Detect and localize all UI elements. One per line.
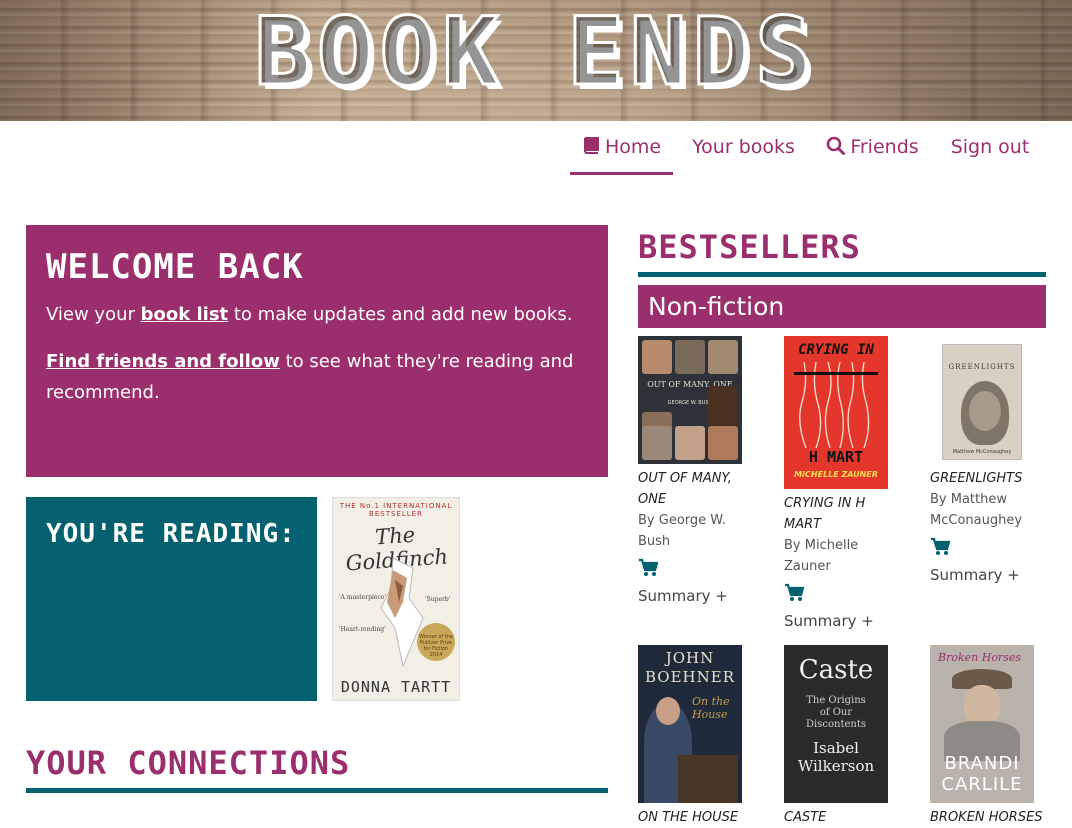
currently-reading-panel: YOU'RE READING: [26,497,317,701]
cover-author: DONNA TARTT [340,678,452,696]
summary-toggle[interactable]: Summary + [784,611,900,631]
book-author: By Michelle Zauner [784,538,859,574]
welcome-panel: WELCOME BACK View your book list to make… [26,225,608,477]
cover-subtitle-text: On the House [692,695,730,721]
book-cover[interactable]: GREENLIGHTS Matthew McConaughey [942,344,1022,460]
pulitzer-seal: Winner of the Pulitzer Prize for Fiction… [417,623,455,661]
book-card: JOHN BOEHNER On the House ON THE HOUSE [638,645,754,828]
nav-your-books-label: Your books [692,136,795,158]
book-title[interactable]: ON THE HOUSE [638,807,754,828]
category-non-fiction: Non-fiction [638,285,1046,328]
book-list-link[interactable]: book list [141,304,229,325]
book-cover[interactable]: CRYING IN H MART MICHELLE ZAUNER [784,336,888,489]
bestsellers-header: BESTSELLERS [638,226,1046,277]
cover-title-text: Caste [798,655,874,685]
reading-title: YOU'RE READING: [46,519,296,549]
connections-section: YOUR CONNECTIONS [26,741,608,793]
cover-quote-3: 'Heart-rending' [339,626,386,633]
book-card: Caste The Origins of Our Discontents Isabe… [784,645,900,828]
bestsellers-title: BESTSELLERS [638,228,861,266]
cart-icon[interactable] [638,558,658,578]
book-card: GREENLIGHTS Matthew McConaughey GREENLIG… [930,336,1046,585]
connections-title: YOUR CONNECTIONS [26,744,351,782]
cover-title-text: Broken Horses [938,651,1021,664]
book-card: Broken Horses BRANDI CARLILE BROKEN HORS… [930,645,1046,828]
cover-quote-2: 'Superb' [425,596,451,603]
summary-toggle[interactable]: Summary + [638,586,754,606]
cover-author-text: BRANDI CARLILE [941,753,1023,795]
cover-title-text: GREENLIGHTS [948,363,1016,371]
welcome-text-post: to make updates and add new books. [228,304,573,325]
nav-home[interactable]: Home [570,121,673,175]
nav-sign-out[interactable]: Sign out [949,121,1031,175]
book-card: OUT OF MANY, ONE GEORGE W. BUSH OUT OF M… [638,336,754,606]
welcome-text-pre: View your [46,304,141,325]
cart-icon[interactable] [930,537,950,557]
welcome-title: WELCOME BACK [46,247,304,287]
book-card: CRYING IN H MART MICHELLE ZAUNER CRYING … [784,336,900,631]
book-icon [583,137,599,154]
cover-author-text: Matthew McConaughey [952,449,1012,455]
cover-author-text: Isabel Wilkerson [797,739,875,775]
site-banner: BOOK ENDS [0,0,1072,121]
book-cover[interactable]: JOHN BOEHNER On the House [638,645,742,803]
cart-icon[interactable] [784,583,804,603]
book-author: By Matthew McConaughey [930,492,1023,528]
cover-banner: THE No.1 INTERNATIONAL BESTSELLER [339,502,453,518]
nav-friends-label: Friends [850,136,919,158]
welcome-booklist-text: View your book list to make updates and … [46,299,588,330]
book-title[interactable]: BROKEN HORSES [930,807,1046,828]
current-book-cover[interactable]: THE No.1 INTERNATIONAL BESTSELLER The Go… [332,497,460,701]
welcome-friends-text: Find friends and follow to see what they… [46,346,588,408]
book-title[interactable]: CRYING IN H MART [784,493,900,535]
cover-title-text: CRYING IN [798,342,874,358]
book-cover[interactable]: Caste The Origins of Our Discontents Isabe… [784,645,888,803]
book-title[interactable]: GREENLIGHTS [930,468,1046,489]
search-icon [827,136,846,155]
book-title[interactable]: CASTE [784,807,900,828]
book-title[interactable]: OUT OF MANY, ONE [638,468,754,510]
nav-sign-out-label: Sign out [950,136,1030,158]
find-friends-link[interactable]: Find friends and follow [46,351,280,372]
cover-subtitle-text: The Origins of Our Discontents [806,695,866,730]
nav-home-label: Home [604,136,662,158]
book-author: By George W. Bush [638,513,726,549]
nav-friends[interactable]: Friends [824,121,921,175]
nav-your-books[interactable]: Your books [690,121,797,175]
cover-title-text: JOHN BOEHNER [645,649,735,686]
book-cover[interactable]: OUT OF MANY, ONE GEORGE W. BUSH [638,336,742,464]
cover-quote-1: 'A masterpiece' [339,594,386,601]
site-logo[interactable]: BOOK ENDS [0,1,1072,104]
book-cover[interactable]: Broken Horses BRANDI CARLILE [930,645,1034,803]
book-cover-wrap: GREENLIGHTS Matthew McConaughey [930,336,1034,464]
cover-title-text-2: H MART [808,448,864,466]
cover-author-text: MICHELLE ZAUNER [794,470,878,479]
summary-toggle[interactable]: Summary + [930,565,1046,585]
noodles-illustration [794,362,878,448]
